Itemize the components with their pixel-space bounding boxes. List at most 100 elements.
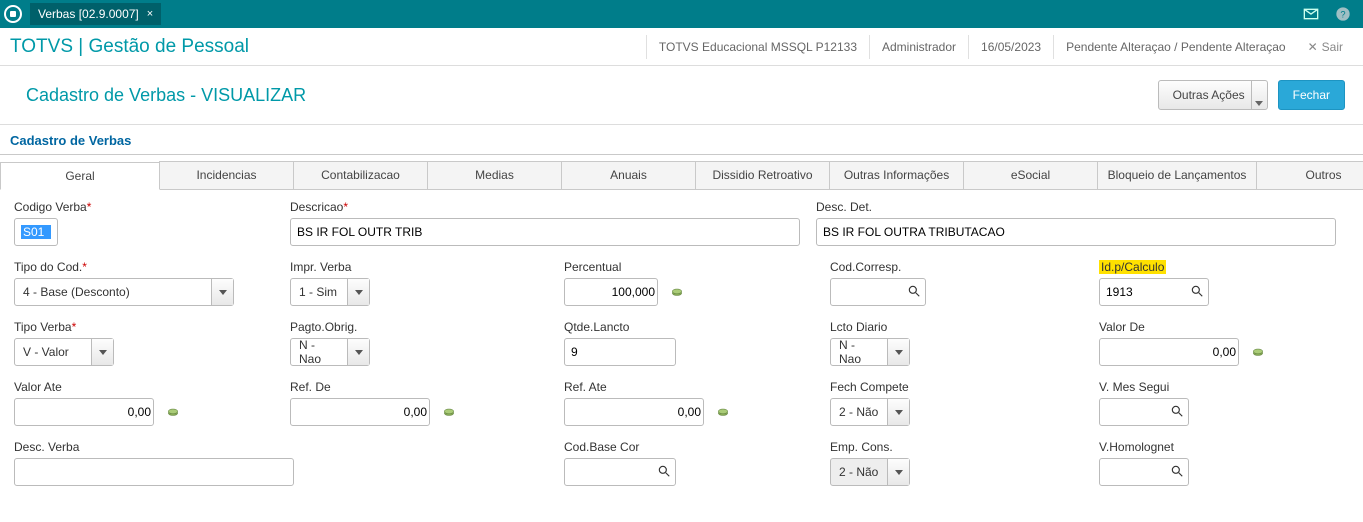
descricao-input[interactable] [290,218,800,246]
pagto-obrig-value: N - Nao [291,338,347,366]
qtde-lancto-input[interactable] [564,338,676,366]
desc-det-input[interactable] [816,218,1336,246]
valor-ate-input[interactable] [14,398,154,426]
close-icon[interactable]: × [147,8,153,20]
tab-esocial[interactable]: eSocial [963,161,1098,189]
close-button-label: Fechar [1293,88,1330,102]
mail-icon[interactable] [1301,4,1321,24]
impr-verba-label: Impr. Verba [290,260,548,274]
other-actions-button[interactable]: Outras Ações [1158,80,1268,110]
tab-label: Outros [1305,168,1341,182]
tipo-cod-select[interactable]: 4 - Base (Desconto) [14,278,234,306]
tab-label: Outras Informações [844,168,949,182]
valor-de-input[interactable] [1099,338,1239,366]
tipo-verba-value: V - Valor [15,345,91,359]
desc-verba-input[interactable] [14,458,294,486]
tab-anuais[interactable]: Anuais [561,161,696,189]
money-icon [712,398,734,426]
tab-label: Contabilizacao [321,168,400,182]
desc-det-label: Desc. Det. [816,200,1336,214]
fech-compete-value: 2 - Não [831,405,887,419]
descricao-label: Descricao* [290,200,800,214]
cod-corresp-label: Cod.Corresp. [830,260,1083,274]
tipo-cod-label: Tipo do Cod.* [14,260,274,274]
emp-cons-select[interactable]: 2 - Não [830,458,910,486]
fech-compete-label: Fech Compete [830,380,1083,394]
percentual-label: Percentual [564,260,814,274]
v-homolognet-label: V.Homolognet [1099,440,1189,454]
money-icon [438,398,460,426]
search-icon[interactable] [1170,404,1184,421]
valor-ate-label: Valor Ate [14,380,274,394]
tipo-verba-select[interactable]: V - Valor [14,338,114,366]
form-area: Codigo Verba* Descricao* Desc. Det. Tipo… [0,190,1363,510]
other-actions-label: Outras Ações [1173,88,1245,102]
money-icon [162,398,184,426]
ref-de-input[interactable] [290,398,430,426]
tipo-verba-label: Tipo Verba* [14,320,274,334]
desc-verba-label: Desc. Verba [14,440,274,454]
search-icon[interactable] [657,464,671,481]
id-calculo-label: Id.p/Calculo [1099,260,1209,274]
ref-ate-input[interactable] [564,398,704,426]
tab-bloqueio[interactable]: Bloqueio de Lançamentos [1097,161,1257,189]
app-title: TOTVS | Gestão de Pessoal [10,36,249,58]
tab-label: Geral [65,169,94,183]
sub-header: Cadastro de Verbas - VISUALIZAR Outras A… [0,66,1363,125]
tab-bar: Geral Incidencias Contabilizacao Medias … [0,161,1363,190]
close-x-icon: ✕ [1308,40,1318,54]
help-icon[interactable]: ? [1333,4,1353,24]
tab-outras-informacoes[interactable]: Outras Informações [829,161,964,189]
id-calculo-input[interactable] [1099,278,1209,306]
window-tab[interactable]: Verbas [02.9.0007] × [30,3,161,25]
exit-button[interactable]: ✕ Sair [1298,40,1353,54]
context-environment: TOTVS Educacional MSSQL P12133 [646,35,869,59]
close-button[interactable]: Fechar [1278,80,1345,110]
tab-label: eSocial [1011,168,1050,182]
exit-label: Sair [1322,40,1343,54]
tab-dissidio[interactable]: Dissidio Retroativo [695,161,830,189]
emp-cons-label: Emp. Cons. [830,440,1083,454]
v-mes-segui-input[interactable] [1099,398,1189,426]
chevron-down-icon [211,279,233,305]
context-user: Administrador [869,35,968,59]
pagto-obrig-select[interactable]: N - Nao [290,338,370,366]
svg-text:?: ? [1340,9,1345,19]
context-pending: Pendente Alteraçao / Pendente Alteraçao [1053,35,1298,59]
cod-corresp-input[interactable] [830,278,926,306]
v-homolognet-input[interactable] [1099,458,1189,486]
app-logo-icon [4,5,22,23]
header-bar: TOTVS | Gestão de Pessoal TOTVS Educacio… [0,28,1363,66]
ref-ate-label: Ref. Ate [564,380,814,394]
lcto-diario-select[interactable]: N - Nao [830,338,910,366]
chevron-down-icon [1251,81,1267,109]
section-title: Cadastro de Verbas [0,125,1363,155]
search-icon[interactable] [1170,464,1184,481]
codigo-verba-label: Codigo Verba* [14,200,274,214]
impr-verba-value: 1 - Sim [291,285,347,299]
fech-compete-select[interactable]: 2 - Não [830,398,910,426]
pagto-obrig-label: Pagto.Obrig. [290,320,548,334]
tab-medias[interactable]: Medias [427,161,562,189]
impr-verba-select[interactable]: 1 - Sim [290,278,370,306]
tab-outros[interactable]: Outros [1256,161,1363,189]
tipo-cod-value: 4 - Base (Desconto) [15,285,211,299]
tab-incidencias[interactable]: Incidencias [159,161,294,189]
qtde-lancto-label: Qtde.Lancto [564,320,814,334]
cod-base-cor-input[interactable] [564,458,676,486]
chevron-down-icon [347,279,369,305]
percentual-input[interactable] [564,278,658,306]
tab-label: Bloqueio de Lançamentos [1108,168,1247,182]
search-icon[interactable] [1190,284,1204,301]
codigo-verba-input[interactable] [14,218,58,246]
tab-label: Dissidio Retroativo [712,168,812,182]
tab-geral[interactable]: Geral [0,162,160,190]
chevron-down-icon [887,339,909,365]
search-icon[interactable] [907,284,921,301]
tab-label: Medias [475,168,514,182]
page-title: Cadastro de Verbas - VISUALIZAR [26,85,306,106]
money-icon [1247,338,1269,366]
emp-cons-value: 2 - Não [831,465,887,479]
tab-contabilizacao[interactable]: Contabilizacao [293,161,428,189]
v-mes-segui-label: V. Mes Segui [1099,380,1189,394]
